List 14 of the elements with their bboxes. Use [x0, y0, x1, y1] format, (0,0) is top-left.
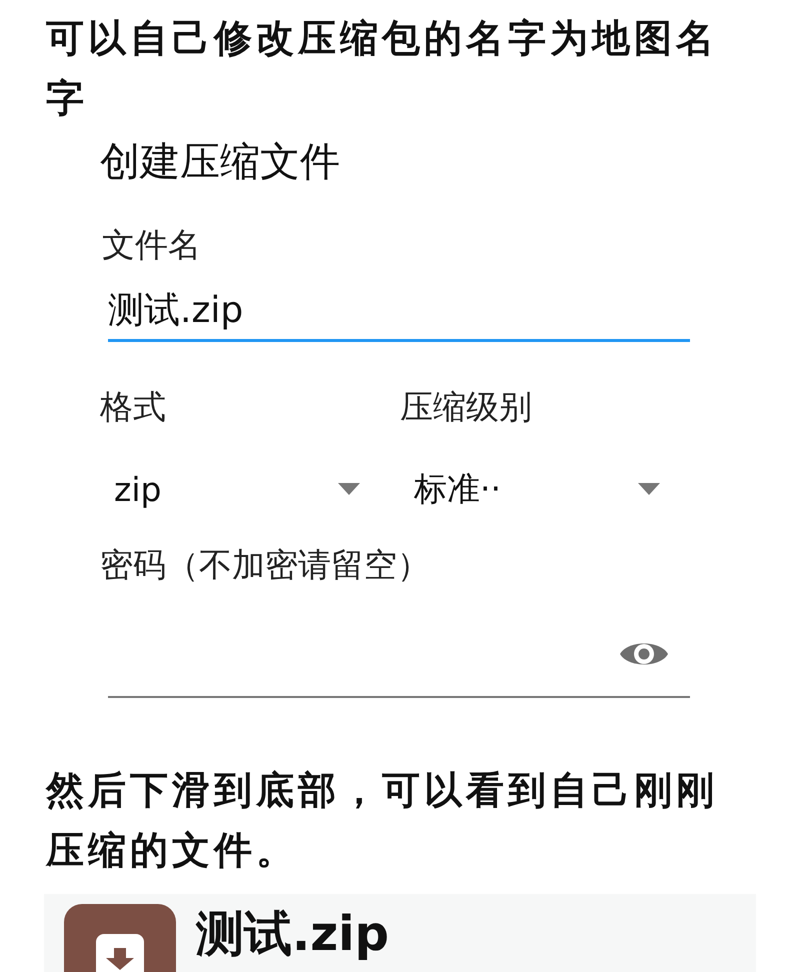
- caret-icon: [338, 483, 360, 495]
- file-name: 测试.zip: [196, 905, 389, 964]
- intro-text: 可以自己修改压缩包的名字为地图名字: [46, 15, 719, 122]
- field-label: 文件名: [102, 224, 202, 266]
- file-item[interactable]: 测试.zip: [44, 894, 756, 972]
- dropdown[interactable]: 标准··: [400, 464, 700, 514]
- dialog-title: 创建压缩文件: [100, 138, 341, 187]
- field-label: 压缩级别: [400, 386, 533, 428]
- field-label: 格式: [100, 386, 167, 428]
- filename-input[interactable]: 测试.zip: [108, 284, 690, 342]
- field-label: 密码（不加密请留空）: [100, 544, 431, 586]
- dropdown[interactable]: zip: [100, 464, 400, 514]
- caret-icon: [638, 483, 660, 495]
- outro-text: 然后下滑到底部，可以看到自己刚刚压缩的文件。: [46, 767, 719, 874]
